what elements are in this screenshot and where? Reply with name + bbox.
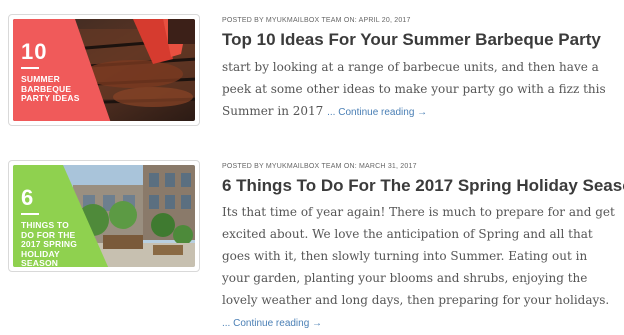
- thumbnail-number: 6: [21, 185, 35, 210]
- continue-reading-link[interactable]: ... Continue reading →: [327, 107, 427, 118]
- thumbnail-divider: [21, 213, 39, 215]
- post-thumbnail[interactable]: 10 SUMMER BARBEQUE PARTY IDEAS: [8, 14, 200, 126]
- thumbnail-overlay: 6 THINGS TO DO FOR THE 2017 SPRING HOLID…: [21, 187, 77, 267]
- thumbnail-overlay: 10 SUMMER BARBEQUE PARTY IDEAS: [21, 41, 80, 104]
- thumbnail-number: 10: [21, 39, 48, 64]
- thumbnail-image: 10 SUMMER BARBEQUE PARTY IDEAS: [13, 19, 195, 121]
- post-meta: POSTED BY MYUKMAILBOX TEAM ON: APRIL 20,…: [222, 17, 411, 24]
- continue-reading-link[interactable]: ... Continue reading →: [222, 318, 322, 329]
- thumbnail-caption: SUMMER BARBEQUE PARTY IDEAS: [21, 74, 80, 103]
- excerpt-text: Its that time of year again! There is mu…: [222, 205, 615, 307]
- post-meta: POSTED BY MYUKMAILBOX TEAM ON: MARCH 31,…: [222, 163, 417, 170]
- post-excerpt: start by looking at a range of barbecue …: [222, 56, 618, 124]
- thumbnail-divider: [21, 67, 39, 69]
- thumbnail-image: 6 THINGS TO DO FOR THE 2017 SPRING HOLID…: [13, 165, 195, 267]
- post-title[interactable]: Top 10 Ideas For Your Summer Barbeque Pa…: [222, 30, 601, 50]
- post-thumbnail[interactable]: 6 THINGS TO DO FOR THE 2017 SPRING HOLID…: [8, 160, 200, 272]
- post-excerpt: Its that time of year again! There is mu…: [222, 201, 618, 335]
- post-title[interactable]: 6 Things To Do For The 2017 Spring Holid…: [222, 176, 624, 196]
- thumbnail-caption: THINGS TO DO FOR THE 2017 SPRING HOLIDAY…: [21, 220, 78, 267]
